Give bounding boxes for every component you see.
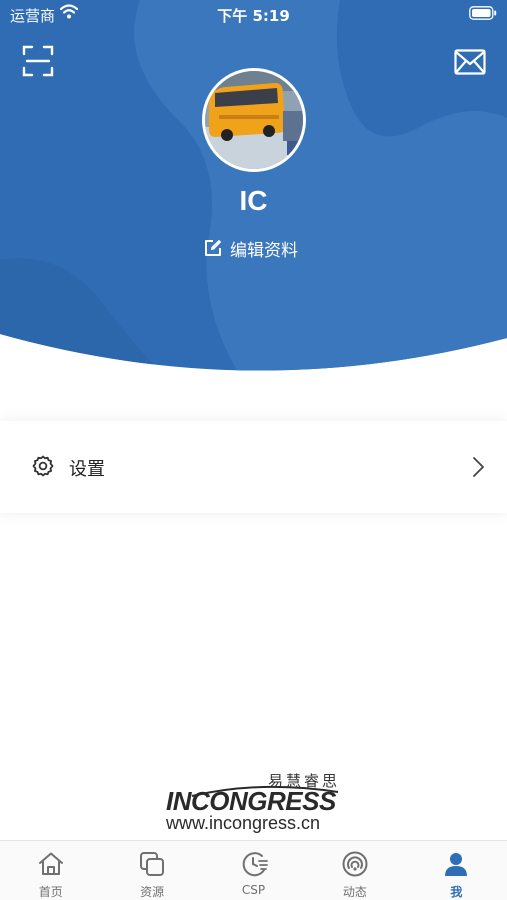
tab-csp[interactable]: CSP <box>203 841 304 900</box>
csp-icon <box>242 852 268 877</box>
tab-me-label: 我 <box>450 885 463 899</box>
settings-row[interactable]: 设置 <box>0 421 507 513</box>
activity-icon <box>342 851 368 877</box>
home-icon <box>38 852 63 875</box>
tab-home[interactable]: 首页 <box>0 841 101 900</box>
tab-activity[interactable]: 动态 <box>304 841 405 900</box>
tab-csp-label: CSP <box>241 883 266 897</box>
avatar-image <box>205 71 303 169</box>
tab-me[interactable]: 我 <box>406 841 507 900</box>
profile-header: 运营商 下午 5:19 IC 编辑资料 <box>0 0 507 372</box>
user-avatar[interactable] <box>202 68 306 172</box>
tab-activity-label: 动态 <box>342 885 367 899</box>
profile-icon <box>445 853 468 876</box>
logo-swoosh-icon <box>191 785 339 797</box>
logo-url: www.incongress.cn <box>166 813 321 833</box>
incongress-logo: 易慧睿思 INCONGRESS www.incongress.cn <box>160 770 350 836</box>
username: IC <box>239 185 268 216</box>
tab-home-label: 首页 <box>38 885 63 899</box>
bottom-tab-bar: 首页 资源 CSP 动态 我 <box>0 840 507 900</box>
tab-resources[interactable]: 资源 <box>101 841 202 900</box>
mail-icon[interactable] <box>454 49 486 75</box>
status-time: 下午 5:19 <box>217 7 290 25</box>
settings-label: 设置 <box>69 459 105 480</box>
tab-resources-label: 资源 <box>140 885 165 899</box>
edit-icon <box>205 239 222 256</box>
chevron-right-icon <box>473 457 484 477</box>
edit-profile-button[interactable]: 编辑资料 <box>203 236 298 261</box>
gear-icon <box>32 455 54 477</box>
status-bar: 运营商 下午 5:19 <box>0 0 507 28</box>
edit-profile-label: 编辑资料 <box>230 240 298 261</box>
scan-icon[interactable] <box>22 44 54 78</box>
battery-icon <box>469 6 497 20</box>
resources-icon <box>140 852 165 876</box>
